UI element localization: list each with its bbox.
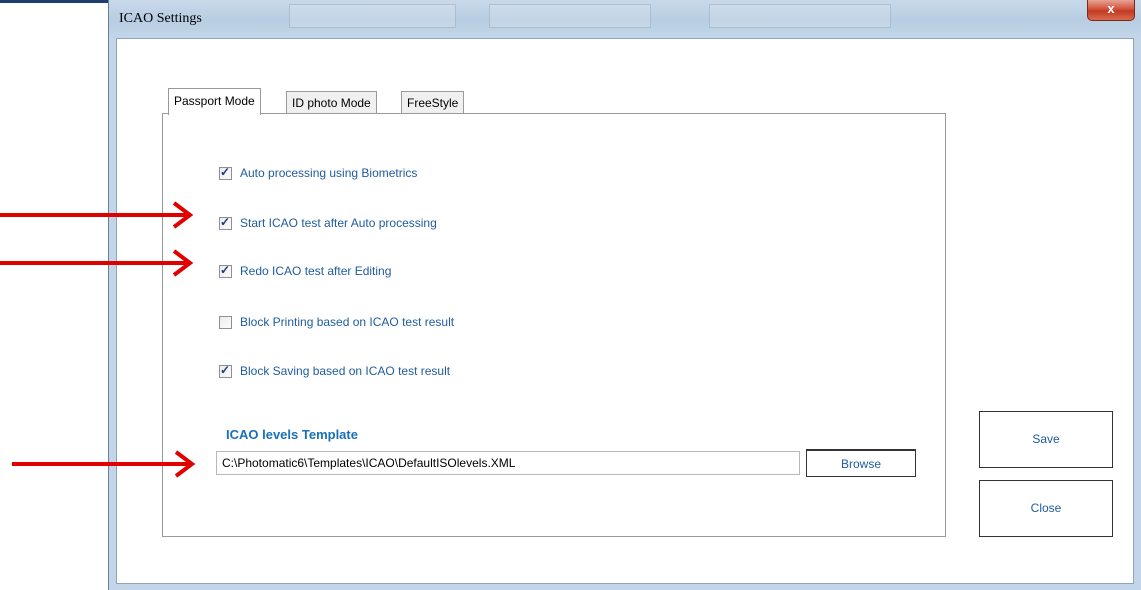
window-title: ICAO Settings bbox=[119, 11, 202, 26]
option-block-printing[interactable]: Block Printing based on ICAO test result bbox=[219, 314, 454, 330]
checkmark-icon: ✓ bbox=[220, 164, 231, 179]
option-auto-processing[interactable]: ✓ Auto processing using Biometrics bbox=[219, 165, 417, 181]
option-label: Redo ICAO test after Editing bbox=[240, 264, 392, 278]
option-label: Block Printing based on ICAO test result bbox=[240, 315, 455, 329]
background-taskbar-item bbox=[489, 4, 651, 28]
option-label: Auto processing using Biometrics bbox=[240, 166, 418, 180]
tab-label: Passport Mode bbox=[174, 94, 255, 108]
background-area bbox=[0, 0, 108, 590]
template-path-input[interactable] bbox=[216, 451, 800, 475]
checkbox[interactable]: ✓ bbox=[219, 362, 232, 378]
tab-label: ID photo Mode bbox=[292, 96, 371, 110]
window-close-button[interactable]: x bbox=[1087, 0, 1135, 21]
checkmark-icon: ✓ bbox=[220, 262, 231, 277]
close-button[interactable]: Close bbox=[979, 480, 1113, 537]
checkbox[interactable] bbox=[219, 315, 232, 329]
title-bar[interactable]: ICAO Settings x bbox=[109, 0, 1141, 38]
annotation-arrow bbox=[0, 249, 194, 277]
checkbox[interactable]: ✓ bbox=[219, 164, 232, 180]
option-redo-icao-test[interactable]: ✓ Redo ICAO test after Editing bbox=[219, 263, 391, 279]
background-taskbar-item bbox=[709, 4, 891, 28]
checkbox[interactable]: ✓ bbox=[219, 262, 232, 278]
annotation-arrow bbox=[12, 450, 196, 478]
tab-id-photo-mode[interactable]: ID photo Mode bbox=[286, 91, 377, 113]
save-button[interactable]: Save bbox=[979, 411, 1113, 468]
checkbox[interactable]: ✓ bbox=[219, 214, 232, 230]
checkmark-icon: ✓ bbox=[220, 362, 231, 377]
tab-freestyle[interactable]: FreeStyle bbox=[401, 91, 465, 113]
option-block-saving[interactable]: ✓ Block Saving based on ICAO test result bbox=[219, 363, 450, 379]
option-label: Start ICAO test after Auto processing bbox=[240, 216, 437, 230]
option-start-icao-test[interactable]: ✓ Start ICAO test after Auto processing bbox=[219, 215, 437, 231]
background-taskbar-item bbox=[289, 4, 456, 28]
option-label: Block Saving based on ICAO test result bbox=[240, 364, 451, 378]
tab-label: FreeStyle bbox=[407, 96, 459, 110]
browse-button[interactable]: Browse bbox=[806, 449, 916, 477]
template-section-title: ICAO levels Template bbox=[226, 427, 358, 442]
checkmark-icon: ✓ bbox=[220, 214, 231, 229]
close-icon: x bbox=[1107, 1, 1115, 16]
annotation-arrow bbox=[0, 201, 194, 229]
tab-passport-mode[interactable]: Passport Mode bbox=[168, 88, 261, 115]
background-band bbox=[0, 0, 108, 3]
